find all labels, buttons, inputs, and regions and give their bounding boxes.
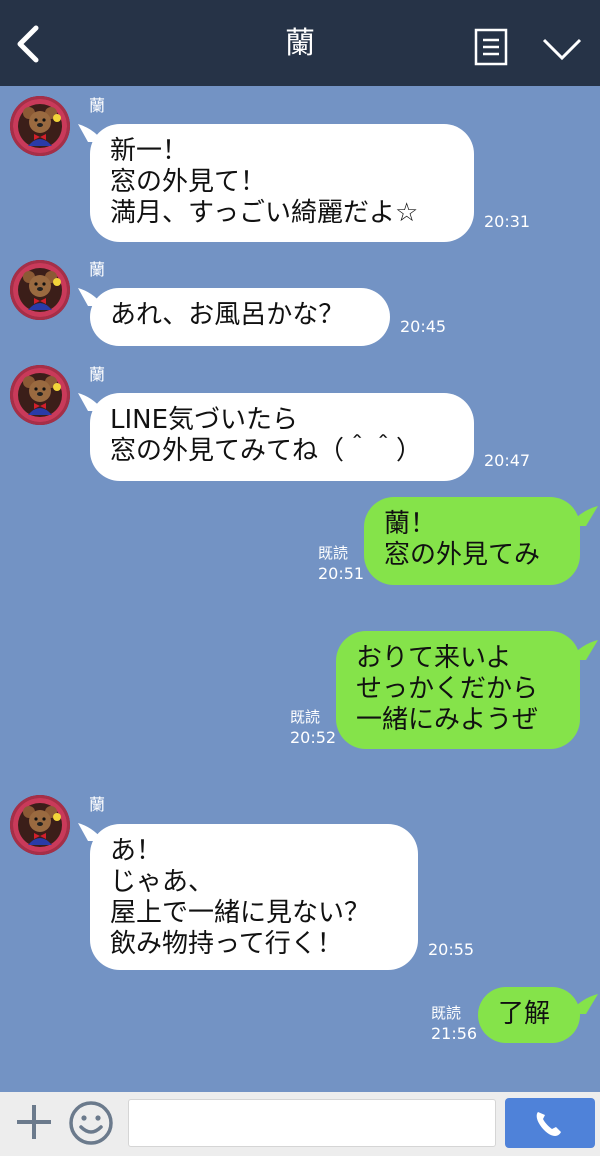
avatar[interactable]: [10, 96, 70, 156]
message-bubble[interactable]: 新一！ 窓の外見て！ 満月、すっごい綺麗だよ☆: [90, 124, 474, 242]
bubble-tail: [570, 640, 598, 660]
message-input[interactable]: [128, 1099, 496, 1147]
message-time: 20:31: [484, 212, 531, 231]
message-time: 21:56: [431, 1024, 478, 1043]
avatar[interactable]: [10, 260, 70, 320]
message-bubble[interactable]: LINE気づいたら 窓の外見てみてね（＾＾）: [90, 393, 474, 481]
sender-name: 蘭: [89, 96, 106, 115]
smiley-icon: [69, 1101, 113, 1145]
phone-icon: [536, 1112, 561, 1136]
message-bubble[interactable]: あれ、お風呂かな？: [90, 288, 390, 346]
chat-area[interactable]: 蘭 新一！ 窓の外見て！ 満月、すっごい綺麗だよ☆ 20:31 蘭 あれ、お風呂…: [0, 86, 600, 1092]
message-time: 20:45: [400, 317, 447, 336]
attach-button[interactable]: [14, 1102, 54, 1142]
sender-name: 蘭: [89, 365, 106, 384]
teddy-bear-avatar-image: [13, 99, 67, 153]
avatar[interactable]: [10, 795, 70, 855]
input-bar: [0, 1092, 600, 1156]
message-time: 20:51: [318, 564, 365, 583]
message-time: 20:52: [290, 728, 337, 747]
teddy-bear-avatar-image: [13, 263, 67, 317]
bubble-tail: [570, 994, 598, 1014]
call-button[interactable]: [505, 1098, 595, 1148]
teddy-bear-avatar-image: [13, 798, 67, 852]
notes-icon: [474, 28, 508, 66]
message-bubble[interactable]: 蘭！ 窓の外見てみ: [364, 497, 580, 585]
sticker-button[interactable]: [68, 1100, 114, 1146]
chat-header: 蘭: [0, 0, 600, 86]
message-bubble[interactable]: おりて来いよ せっかくだから 一緒にみようぜ: [336, 631, 580, 749]
notes-button[interactable]: [474, 28, 508, 66]
sender-name: 蘭: [89, 260, 106, 279]
read-receipt: 既読: [318, 544, 349, 562]
bubble-tail: [570, 506, 598, 526]
message-time: 20:47: [484, 451, 531, 470]
sender-name: 蘭: [89, 795, 106, 814]
read-receipt: 既読: [431, 1004, 462, 1022]
message-bubble[interactable]: 了解: [478, 987, 580, 1043]
chat-title: 蘭: [285, 26, 315, 61]
chevron-down-icon: [542, 38, 582, 61]
teddy-bear-avatar-image: [13, 368, 67, 422]
avatar[interactable]: [10, 365, 70, 425]
dropdown-button[interactable]: [540, 32, 584, 66]
message-time: 20:55: [428, 940, 475, 959]
plus-icon: [17, 1105, 51, 1139]
read-receipt: 既読: [290, 708, 321, 726]
message-bubble[interactable]: あ！ じゃあ、 屋上で一緒に見ない？ 飲み物持って行く！: [90, 824, 418, 970]
